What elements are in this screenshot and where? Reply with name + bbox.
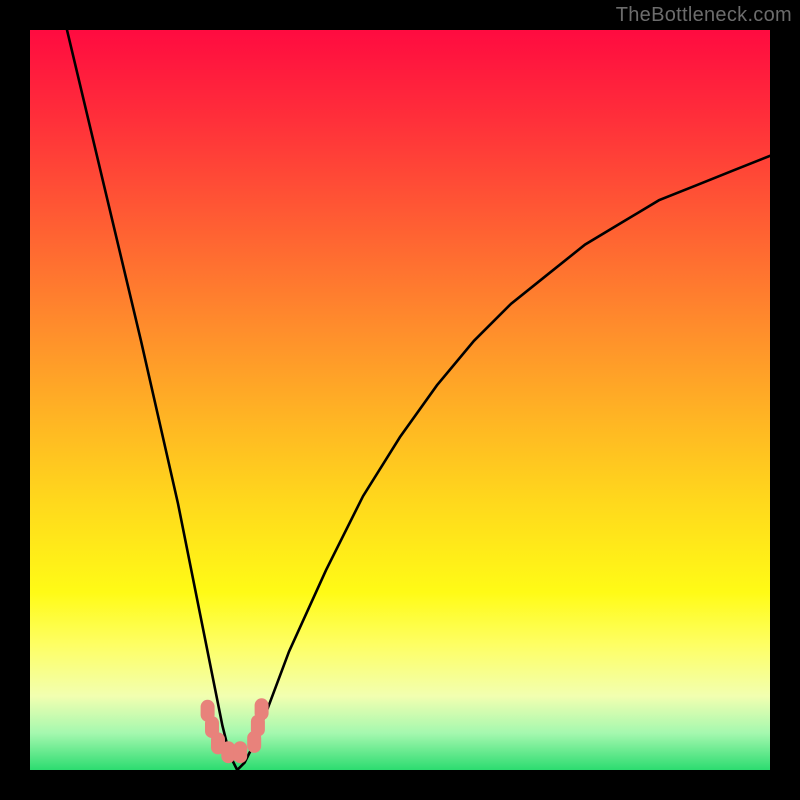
curve-markers: [201, 698, 269, 763]
marker-dot: [233, 741, 247, 763]
marker-dot: [255, 698, 269, 720]
plot-area: [30, 30, 770, 770]
bottleneck-curve: [67, 30, 770, 770]
curve-svg: [30, 30, 770, 770]
watermark-text: TheBottleneck.com: [616, 4, 792, 27]
chart-frame: TheBottleneck.com: [0, 0, 800, 800]
